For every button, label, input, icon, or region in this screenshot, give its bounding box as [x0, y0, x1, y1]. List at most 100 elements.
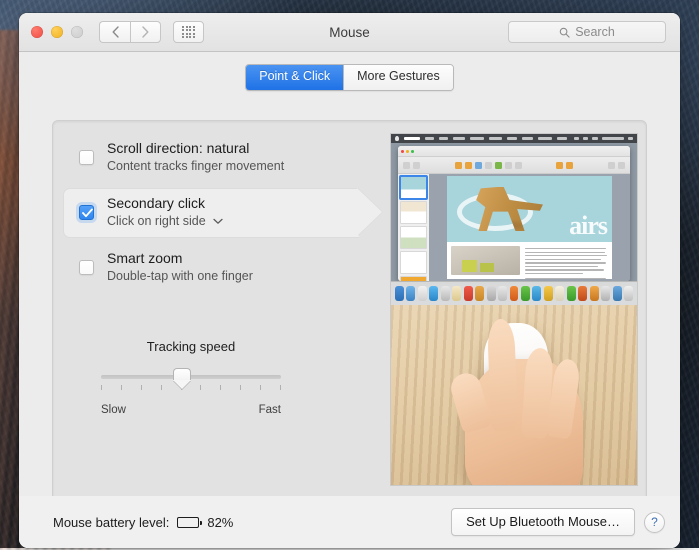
document-lower-section: [447, 242, 612, 279]
dock-icon-launchpad: [406, 286, 415, 301]
slider-thumb-tip: [173, 380, 191, 389]
search-placeholder: Search: [575, 25, 615, 39]
navigation-buttons: [99, 21, 161, 43]
tracking-speed-group: Tracking speed Slow Fast: [101, 339, 281, 416]
option-subtitle-text: Double-tap with one finger: [107, 268, 253, 286]
interior-photo: [451, 246, 520, 275]
back-button[interactable]: [99, 21, 130, 43]
grid-view-icon: [182, 26, 195, 39]
option-text-group: Scroll direction: natural Content tracks…: [107, 139, 284, 176]
tab-more-gestures[interactable]: More Gestures: [343, 65, 453, 90]
help-button[interactable]: ?: [644, 512, 665, 533]
document-display-text: airs: [569, 211, 607, 241]
close-button[interactable]: [31, 26, 43, 38]
tab-strip: Point & Click More Gestures: [245, 64, 454, 91]
tab-bar: Point & Click More Gestures: [19, 64, 680, 91]
tracking-speed-label: Tracking speed: [101, 339, 281, 354]
apple-menu-icon: [395, 136, 399, 141]
option-text-group: Smart zoom Double-tap with one finger: [107, 249, 253, 286]
minimize-button[interactable]: [51, 26, 63, 38]
option-subtitle-text: Click on right side: [107, 213, 206, 231]
option-subtitle: Double-tap with one finger: [107, 268, 253, 286]
dock-icon-photos: [498, 286, 507, 301]
checkbox-scroll-direction[interactable]: [79, 150, 94, 165]
option-subtitle: Content tracks finger movement: [107, 158, 284, 176]
dock-icon-preferences: [601, 286, 610, 301]
traffic-light-group: [31, 26, 83, 38]
menubar-status-items: [574, 137, 633, 140]
option-secondary-click[interactable]: Secondary click Click on right side: [63, 188, 393, 236]
dock-icon-reminders: [475, 286, 484, 301]
forward-button[interactable]: [130, 21, 161, 43]
dock-icon-contacts: [441, 286, 450, 301]
pages-toolbar: [398, 157, 630, 174]
dock-icon-appstore: [544, 286, 553, 301]
system-preferences-window: Mouse Search Point & Click More Gestures: [19, 13, 680, 548]
slider-thumb[interactable]: [173, 368, 191, 387]
option-subtitle: Click on right side: [107, 213, 223, 231]
dock-icon-downloads: [613, 286, 622, 301]
dock-icon-notes: [452, 286, 461, 301]
slider-ticks: [101, 385, 281, 390]
dock-icon-keynote: [578, 286, 587, 301]
slider-min-label: Slow: [101, 404, 126, 416]
pages-canvas: airs: [429, 174, 630, 281]
preview-menubar: [391, 134, 637, 143]
window-footer: Mouse battery level: 82% Set Up Bluetoot…: [19, 496, 680, 548]
page-thumbnail: [400, 251, 427, 274]
slider-thumb-head: [173, 368, 191, 380]
checkbox-secondary-click[interactable]: [79, 205, 94, 220]
slider-track[interactable]: [101, 375, 281, 379]
chevron-left-icon: [112, 26, 119, 38]
page-thumbnail: [400, 226, 427, 249]
battery-label: Mouse battery level:: [53, 515, 169, 530]
option-smart-zoom[interactable]: Smart zoom Double-tap with one finger: [63, 243, 393, 291]
dock-icon-safari: [418, 286, 427, 301]
hand-on-magic-mouse-photo: [391, 305, 637, 485]
dock-icon-mail: [429, 286, 438, 301]
gesture-options-list: Scroll direction: natural Content tracks…: [63, 133, 393, 298]
dock-icon-itunes: [510, 286, 519, 301]
battery-value: 82%: [207, 515, 233, 530]
dock-icon-finder: [395, 286, 404, 301]
option-title: Smart zoom: [107, 250, 182, 266]
zoom-button[interactable]: [71, 26, 83, 38]
chevron-down-icon[interactable]: [213, 218, 223, 225]
option-scroll-direction[interactable]: Scroll direction: natural Content tracks…: [63, 133, 393, 181]
dock-icon-pages: [555, 286, 564, 301]
pages-document-screenshot: airs: [391, 134, 637, 305]
option-title: Scroll direction: natural: [107, 140, 249, 156]
pages-thumbnail-sidebar: [398, 174, 429, 281]
option-title: Secondary click: [107, 195, 205, 211]
document-page: airs: [447, 176, 612, 279]
search-icon: [559, 27, 570, 38]
dock-icon-trash: [624, 286, 633, 301]
pages-main-area: airs: [398, 174, 630, 281]
menubar-app-name: [404, 137, 420, 140]
battery-icon: [177, 517, 199, 528]
window-titlebar: Mouse Search: [19, 13, 680, 52]
settings-panel: Scroll direction: natural Content tracks…: [52, 120, 647, 514]
preferences-body: Point & Click More Gestures Scroll direc…: [19, 52, 680, 548]
slider-max-label: Fast: [259, 404, 281, 416]
pages-window: airs: [398, 146, 630, 281]
footer-actions: Set Up Bluetooth Mouse… ?: [451, 508, 665, 536]
checkmark-icon: [82, 208, 93, 218]
document-body-text: [525, 246, 608, 275]
page-thumbnail: [400, 201, 427, 224]
dock-icon-calendar: [464, 286, 473, 301]
option-text-group: Secondary click Click on right side: [107, 194, 223, 231]
dock-icon-messages: [532, 286, 541, 301]
option-subtitle-text: Content tracks finger movement: [107, 158, 284, 176]
tab-point-and-click[interactable]: Point & Click: [246, 65, 343, 90]
chevron-right-icon: [142, 26, 149, 38]
dock-icon-maps: [487, 286, 496, 301]
show-all-button[interactable]: [173, 21, 204, 43]
set-up-bluetooth-mouse-button[interactable]: Set Up Bluetooth Mouse…: [451, 508, 635, 536]
slider-end-labels: Slow Fast: [101, 404, 281, 416]
search-field[interactable]: Search: [508, 21, 666, 43]
page-thumbnail: [400, 176, 427, 199]
tracking-speed-slider[interactable]: [101, 368, 281, 402]
pages-titlebar: [398, 146, 630, 157]
checkbox-smart-zoom[interactable]: [79, 260, 94, 275]
